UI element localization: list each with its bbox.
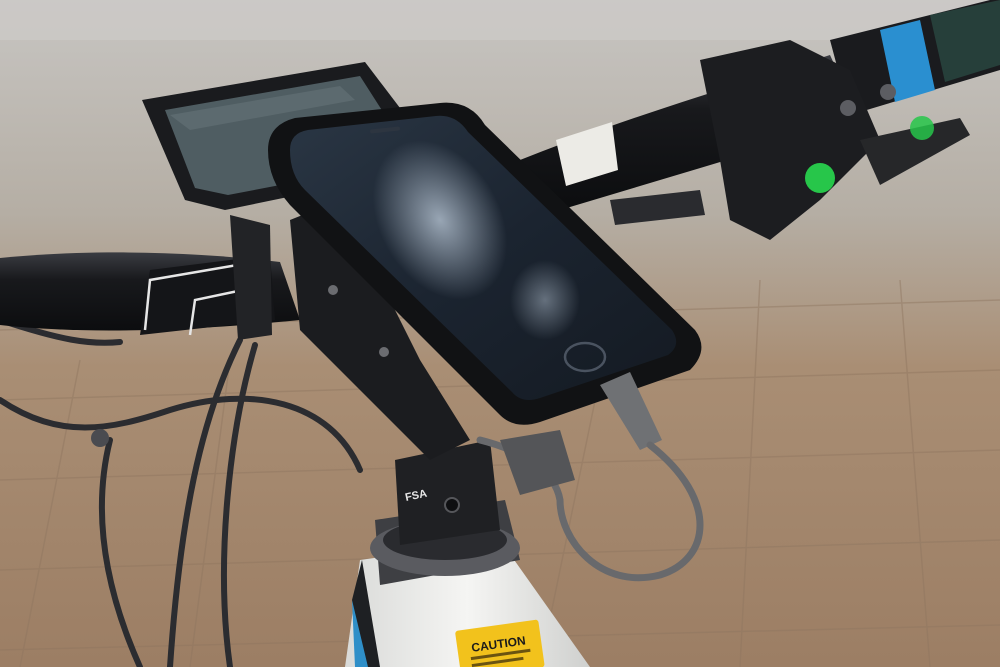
mount-screw — [379, 347, 389, 357]
remote-green-button — [805, 163, 835, 193]
lever-bolt — [840, 100, 856, 116]
indicator-green-light — [910, 116, 934, 140]
photo-scene: CAUTION FSA — [0, 0, 1000, 667]
bike-handlebar-photo: CAUTION FSA — [0, 0, 1000, 667]
mount-screw — [328, 285, 338, 295]
road-strip — [0, 0, 1000, 40]
screen-reflection-small — [510, 260, 580, 340]
cable-joint — [91, 429, 109, 447]
stem-bolt — [444, 497, 460, 513]
